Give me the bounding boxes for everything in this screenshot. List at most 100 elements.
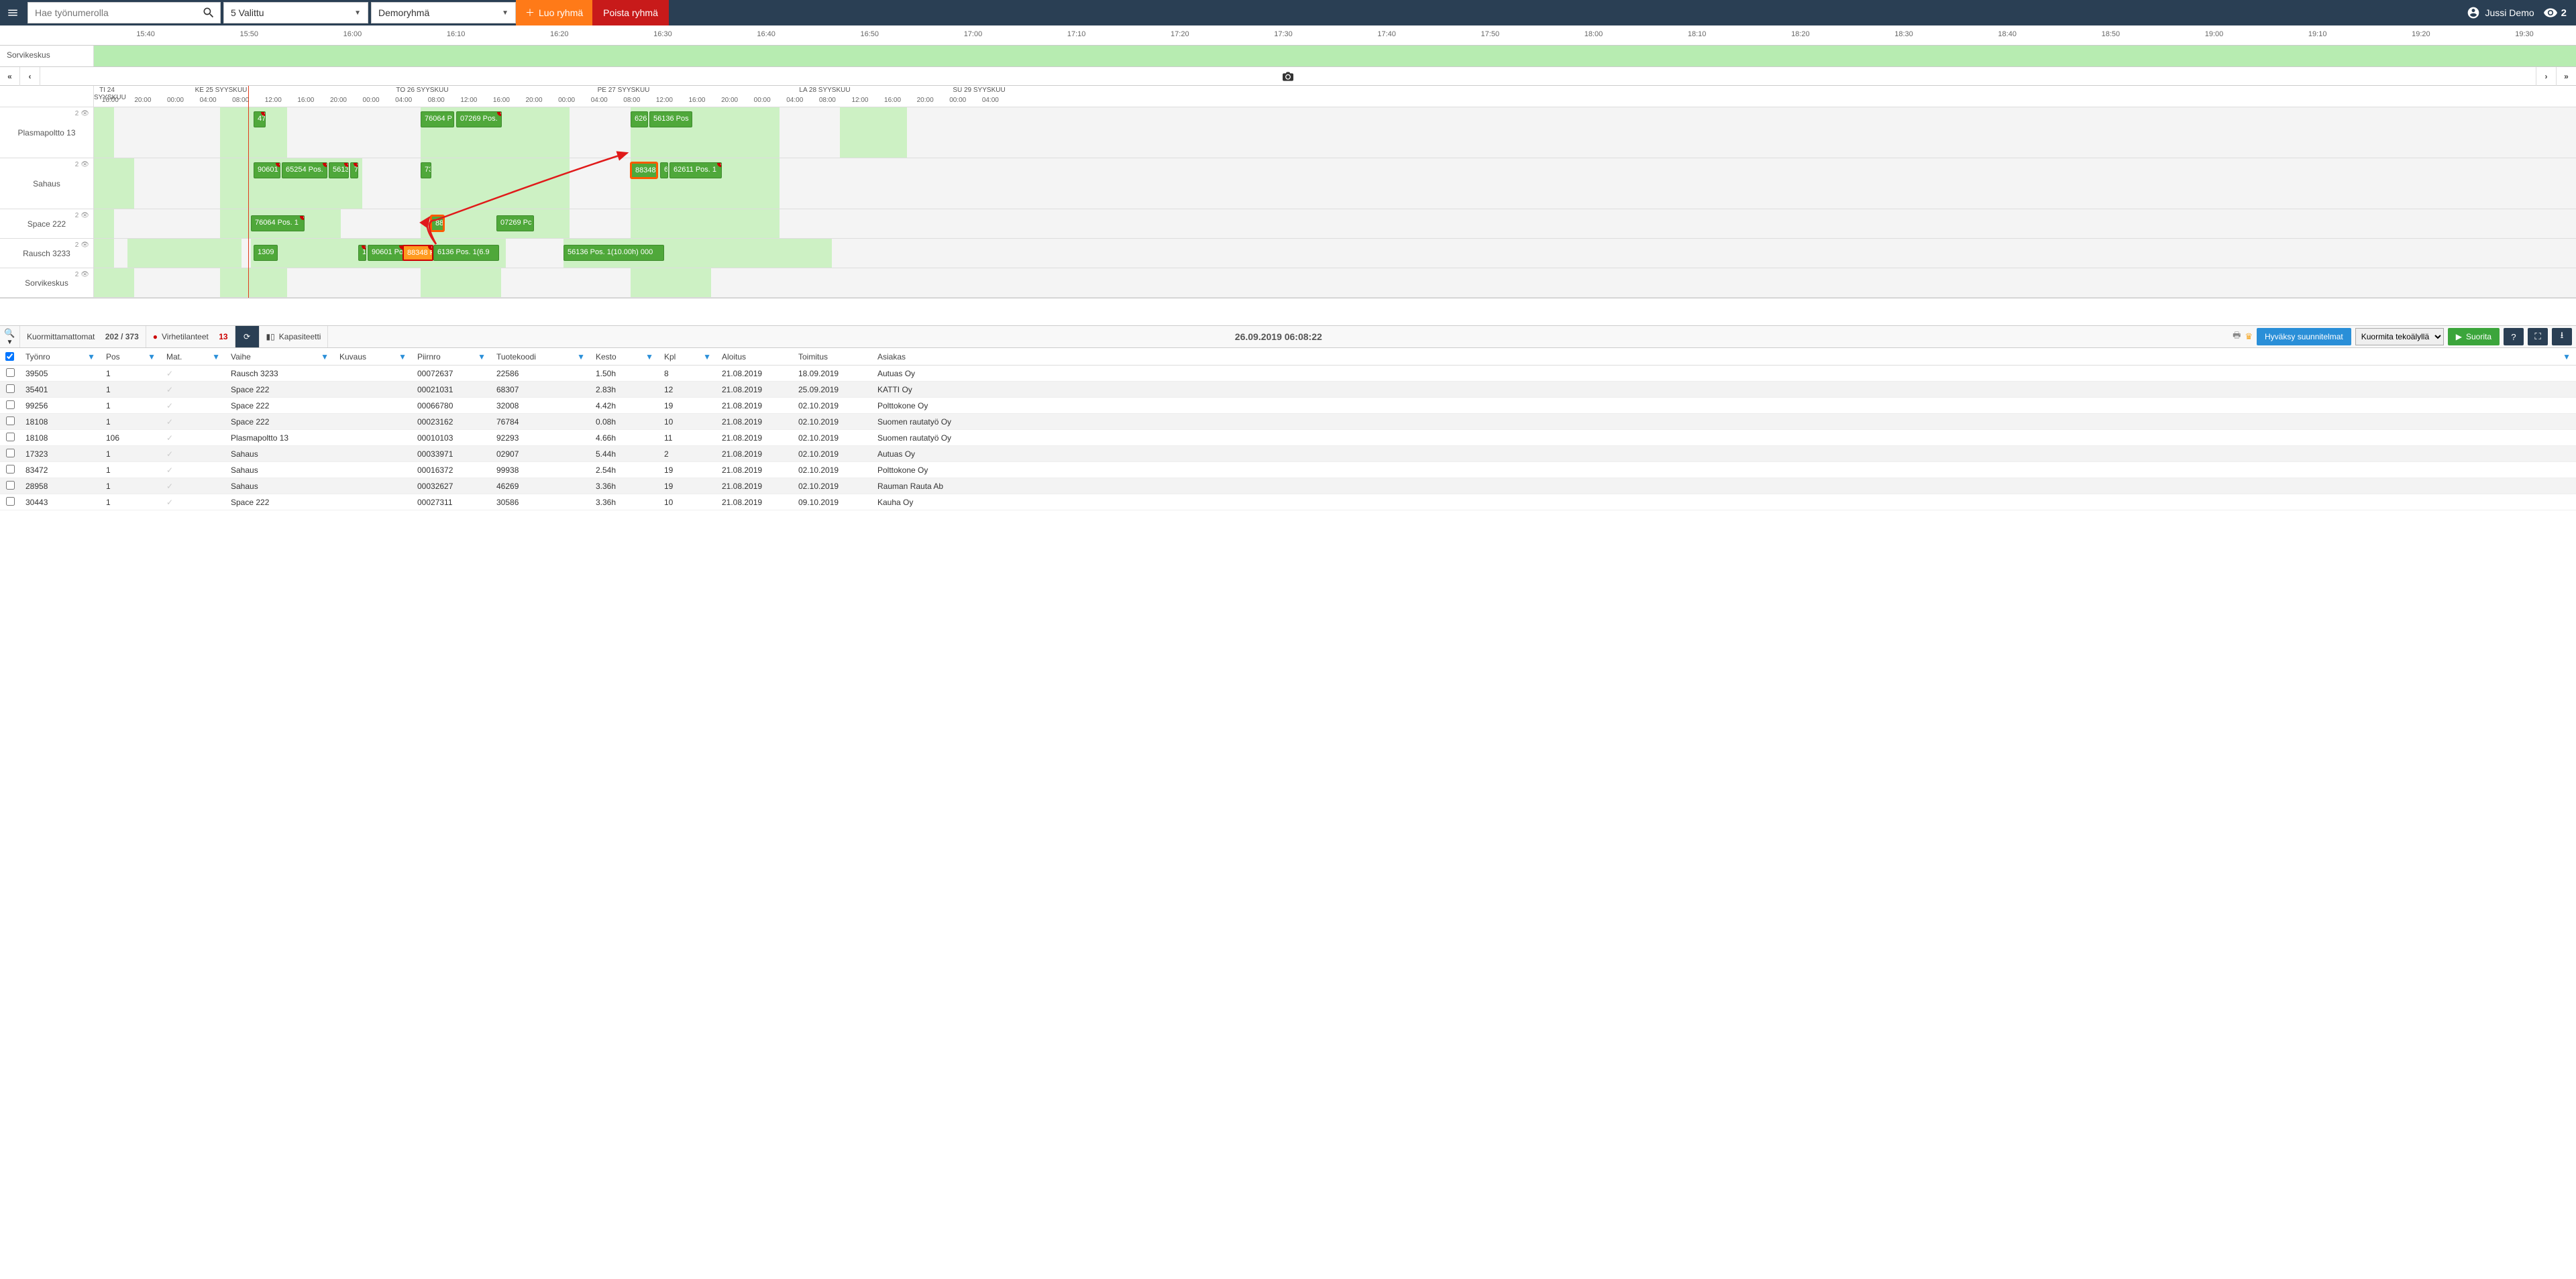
resource-label-space[interactable]: Space 222 2👁 <box>0 209 93 239</box>
gantt-timeline[interactable]: TI 24 SYYSKUUKE 25 SYYSKUUTO 26 SYYSKUUP… <box>94 86 2576 298</box>
nav-last-button[interactable]: » <box>2556 67 2576 86</box>
th-pos[interactable]: Pos▼ <box>101 349 161 364</box>
task[interactable]: 47! <box>254 111 266 127</box>
search-box[interactable] <box>28 2 221 23</box>
task[interactable]: 07269 Pc <box>496 215 534 231</box>
th-kuvaus[interactable]: Kuvaus▼ <box>334 349 412 364</box>
nav-next-button[interactable]: › <box>2536 67 2556 86</box>
selected-dropdown[interactable]: 5 Valittu ▼ <box>223 2 368 23</box>
table-row[interactable]: 992561✓Space 22200066780320084.42h1921.0… <box>0 398 2576 414</box>
task[interactable]: 07269 Pos.! <box>456 111 502 127</box>
track-sorvik[interactable] <box>94 268 2576 298</box>
th-tyo[interactable]: Työnro▼ <box>20 349 101 364</box>
task[interactable]: 6136 Pos. 1(6.9 <box>433 245 499 261</box>
table-row[interactable]: 834721✓Sahaus00016372999382.54h1921.08.2… <box>0 462 2576 478</box>
th-asiakas[interactable]: Asiakas <box>872 349 1004 364</box>
task[interactable]: 5613! <box>329 162 349 178</box>
table-row[interactable]: 304431✓Space 22200027311305863.36h1021.0… <box>0 494 2576 510</box>
task[interactable]: 90601! <box>254 162 280 178</box>
user-icon <box>2467 6 2480 19</box>
task[interactable]: 65254 Pos.! <box>282 162 327 178</box>
task-highlighted[interactable]: 88348 P! <box>402 245 433 261</box>
row-checkbox[interactable] <box>6 384 15 393</box>
table-row[interactable]: 395051✓Rausch 323300072637225861.50h821.… <box>0 366 2576 382</box>
search-icon: 🔍 <box>4 328 15 339</box>
task[interactable]: 73 <box>421 162 431 178</box>
fullscreen-button[interactable]: ⛶ <box>2528 328 2548 345</box>
row-checkbox[interactable] <box>6 368 15 377</box>
table-row[interactable]: 289581✓Sahaus00032627462693.36h1921.08.2… <box>0 478 2576 494</box>
run-button[interactable]: ▶Suorita <box>2448 328 2500 345</box>
th-tuote[interactable]: Tuotekoodi▼ <box>491 349 590 364</box>
delete-group-button[interactable]: Poista ryhmä <box>592 0 669 25</box>
track-space[interactable]: 76064 Pos. 1! 88 07269 Pc <box>94 209 2576 239</box>
task[interactable]: 56136 Pos <box>649 111 692 127</box>
filter-sidebar-toggle[interactable]: 🔍 ▼ <box>0 326 20 347</box>
capacity-tab[interactable]: ▮▯ Kapasiteetti <box>260 326 329 347</box>
create-group-button[interactable]: ＋ Luo ryhmä <box>516 0 592 25</box>
row-checkbox[interactable] <box>6 416 15 425</box>
th-kpl[interactable]: Kpl▼ <box>659 349 716 364</box>
menu-button[interactable] <box>0 0 25 25</box>
task[interactable]: 76064 P <box>421 111 454 127</box>
chart-icon: ▮▯ <box>266 332 275 341</box>
gantt: Plasmapoltto 13 2👁 Sahaus 2👁 Space 222 2… <box>0 86 2576 298</box>
task-highlighted[interactable]: 88348 <box>631 162 657 178</box>
download-button[interactable]: ⭳ <box>2552 328 2572 345</box>
group-dropdown[interactable]: Demoryhmä ▼ <box>371 2 516 23</box>
filter-icon[interactable]: ▼ <box>2563 352 2571 362</box>
row-checkbox[interactable] <box>6 433 15 441</box>
help-button[interactable]: ? <box>2504 328 2524 345</box>
nav-first-button[interactable]: « <box>0 67 20 86</box>
filter-icon: ▼ <box>87 352 95 362</box>
unassigned-tab[interactable]: Kuormittamattomat 202 / 373 <box>20 326 146 347</box>
task[interactable]: 7! <box>350 162 358 178</box>
errors-tab[interactable]: ● Virhetilanteet 13 <box>146 326 235 347</box>
row-checkbox[interactable] <box>6 449 15 457</box>
row-checkbox[interactable] <box>6 481 15 490</box>
track-plasma[interactable]: 47! 76064 P 07269 Pos.! 626 56136 Pos <box>94 107 2576 158</box>
search-icon[interactable] <box>197 6 220 19</box>
row-checkbox[interactable] <box>6 497 15 506</box>
task[interactable]: 56136 Pos. 1(10.00h) 000 <box>564 245 664 261</box>
refresh-button[interactable]: ⟳ <box>235 326 260 347</box>
print-icon[interactable]: 🖶 <box>2233 329 2241 344</box>
task[interactable]: 90601 Po! <box>368 245 404 261</box>
nav-prev-button[interactable]: ‹ <box>20 67 40 86</box>
task[interactable]: 1! <box>358 245 366 261</box>
task[interactable]: 1309 <box>254 245 278 261</box>
viewer-count[interactable]: 2 <box>2544 7 2567 19</box>
table-row[interactable]: 181081✓Space 22200023162767840.08h1021.0… <box>0 414 2576 430</box>
resource-label-rausch[interactable]: Rausch 3233 2👁 <box>0 239 93 268</box>
search-input[interactable] <box>28 3 197 23</box>
th-vaihe[interactable]: Vaihe▼ <box>225 349 334 364</box>
ai-select[interactable]: Kuormita tekoälyllä <box>2355 328 2444 345</box>
camera-icon[interactable] <box>1279 70 1297 83</box>
task[interactable]: 76064 Pos. 1! <box>251 215 305 231</box>
task[interactable]: 626 <box>631 111 648 127</box>
select-all-checkbox[interactable] <box>5 352 14 361</box>
th-toimitus[interactable]: Toimitus <box>793 349 872 364</box>
track-rausch[interactable]: 1309 1! 90601 Po! 88348 P! 6136 Pos. 1(6… <box>94 239 2576 268</box>
resource-label-plasma[interactable]: Plasmapoltto 13 2👁 <box>0 107 93 158</box>
task[interactable]: 62611 Pos. 1! <box>669 162 722 178</box>
table-row[interactable]: 354011✓Space 22200021031683072.83h1221.0… <box>0 382 2576 398</box>
crown-icon[interactable]: ♛ <box>2245 331 2253 342</box>
th-piir[interactable]: Piirnro▼ <box>412 349 491 364</box>
table-row[interactable]: 18108106✓Plasmapoltto 1300010103922934.6… <box>0 430 2576 446</box>
table-row[interactable]: 173231✓Sahaus00033971029075.44h221.08.20… <box>0 446 2576 462</box>
th-mat[interactable]: Mat.▼ <box>161 349 225 364</box>
alert-icon: ! <box>717 162 722 167</box>
eye-icon: 👁 <box>80 110 89 117</box>
row-checkbox[interactable] <box>6 400 15 409</box>
task[interactable]: 6 <box>660 162 668 178</box>
task-highlighted[interactable]: 88 <box>431 215 444 231</box>
track-sahaus[interactable]: 90601! 65254 Pos.! 5613! 7! 73 88348 6 6… <box>94 158 2576 209</box>
user-display[interactable]: Jussi Demo <box>2467 6 2534 19</box>
resource-label-sorvik[interactable]: Sorvikeskus 2👁 <box>0 268 93 298</box>
approve-button[interactable]: Hyväksy suunnitelmat <box>2257 328 2351 345</box>
row-checkbox[interactable] <box>6 465 15 474</box>
resource-label-sahaus[interactable]: Sahaus 2👁 <box>0 158 93 209</box>
th-aloitus[interactable]: Aloitus <box>716 349 793 364</box>
th-kesto[interactable]: Kesto▼ <box>590 349 659 364</box>
